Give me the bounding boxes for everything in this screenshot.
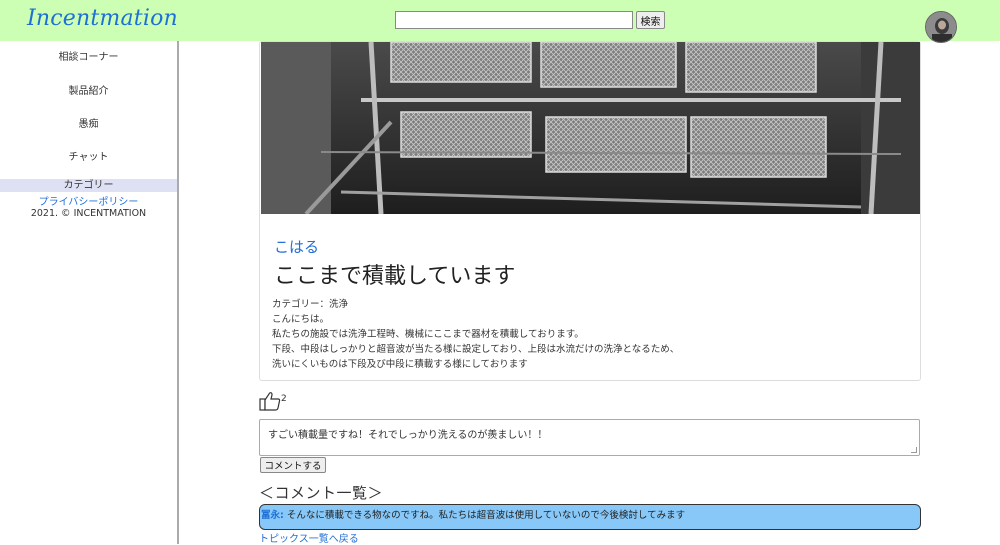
comment-author[interactable]: 冨永: xyxy=(261,510,284,521)
sidebar-item-consultation[interactable]: 相談コーナー xyxy=(0,48,177,63)
post-body-line: 洗いにくいものは下段及び中段に積載する様にしております xyxy=(272,359,528,370)
comment-list-title: ＜コメント一覧＞ xyxy=(259,484,384,502)
sidebar-item-products[interactable]: 製品紹介 xyxy=(0,82,177,97)
post-title: ここまで積載しています xyxy=(274,264,516,289)
avatar[interactable] xyxy=(925,11,957,43)
like-count: 2 xyxy=(281,394,287,404)
privacy-policy-link[interactable]: プライバシーポリシー xyxy=(0,193,177,208)
submit-comment-button[interactable]: コメントする xyxy=(260,457,326,473)
post-body: こんにちは。 私たちの施設では洗浄工程時、機械にここまで器材を積載しております。… xyxy=(272,312,679,372)
top-header: Incentmation 検索 xyxy=(0,0,1000,43)
sidebar-item-chat[interactable]: チャット xyxy=(0,148,177,163)
post-body-line: こんにちは。 xyxy=(272,314,330,325)
comment-textarea-value: すごい積載量ですね！それでしっかり洗えるのが羨ましい！！ xyxy=(268,430,548,441)
search-input[interactable] xyxy=(395,11,633,29)
post-image xyxy=(261,42,920,214)
post-body-line: 私たちの施設では洗浄工程時、機械にここまで器材を積載しております。 xyxy=(272,329,584,340)
thumbs-up-icon[interactable] xyxy=(259,391,281,411)
site-logo[interactable]: Incentmation xyxy=(27,6,178,31)
copyright-text: 2021. © INCENTMATION xyxy=(30,208,147,219)
sidebar-item-category[interactable]: カテゴリー xyxy=(0,179,177,192)
post-category: カテゴリー：洗浄 xyxy=(272,299,349,310)
comment-textarea[interactable]: すごい積載量ですね！それでしっかり洗えるのが羨ましい！！ xyxy=(259,419,920,456)
post-body-line: 下段、中段はしっかりと超音波が当たる様に設定しており、上段は水流だけの洗浄となる… xyxy=(272,344,680,355)
comment-item: 冨永: そんなに積載できる物なのですね。私たちは超音波は使用していないので今後検… xyxy=(259,504,921,530)
post-card: こはる ここまで積載しています カテゴリー：洗浄 こんにちは。 私たちの施設では… xyxy=(259,41,921,381)
back-to-topics-link[interactable]: トピックス一覧へ戻る xyxy=(259,530,359,545)
resize-grip-icon[interactable] xyxy=(911,447,917,453)
sidebar-item-complaints[interactable]: 愚痴 xyxy=(0,115,177,130)
search-button[interactable]: 検索 xyxy=(636,11,665,29)
comment-text: そんなに積載できる物なのですね。私たちは超音波は使用していないので今後検討してみ… xyxy=(283,510,686,521)
sidebar: 相談コーナー 製品紹介 愚痴 チャット カテゴリー プライバシーポリシー 202… xyxy=(0,41,179,544)
post-author[interactable]: こはる xyxy=(274,236,319,257)
